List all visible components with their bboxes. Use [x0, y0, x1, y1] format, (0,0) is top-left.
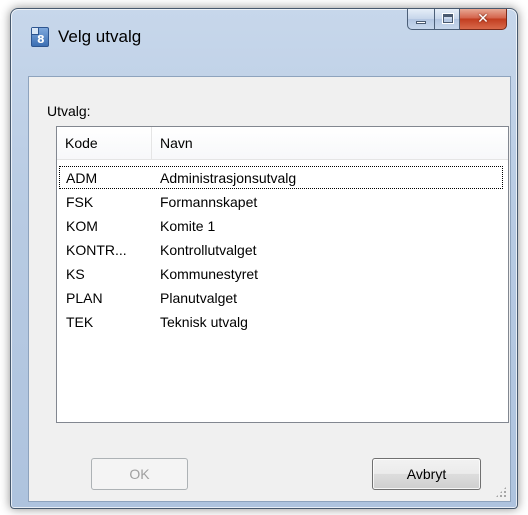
cell-kode: KS [66, 266, 85, 282]
dialog-client-area: Utvalg: Kode Navn ADM Administrasjonsutva… [28, 76, 511, 502]
utvalg-listview[interactable]: Kode Navn ADM Administrasjonsutvalg FSK For… [56, 126, 509, 423]
minimize-icon [416, 21, 426, 24]
cell-navn: Kontrollutvalget [160, 242, 257, 258]
column-header-kode[interactable]: Kode [57, 127, 152, 159]
list-item[interactable]: FSK Formannskapet [57, 190, 508, 214]
cell-kode: ADM [66, 170, 98, 186]
cell-navn: Administrasjonsutvalg [160, 170, 297, 186]
list-item[interactable]: PLAN Planutvalget [57, 286, 508, 310]
maximize-icon [442, 13, 454, 24]
cancel-button[interactable]: Avbryt [372, 458, 481, 490]
cell-kode: KOM [66, 218, 98, 234]
cell-kode: TEK [66, 314, 94, 330]
minimize-button[interactable] [407, 9, 434, 30]
utvalg-label: Utvalg: [47, 103, 91, 119]
close-button[interactable]: ✕ [460, 9, 507, 30]
window-title: Velg utvalg [58, 27, 142, 46]
cell-kode: KONTR... [66, 242, 127, 258]
cell-kode: PLAN [66, 290, 103, 306]
cell-navn: Kommunestyret [160, 266, 259, 282]
list-item[interactable]: TEK Teknisk utvalg [57, 310, 508, 334]
cell-navn: Komite 1 [160, 218, 216, 234]
cell-kode: FSK [66, 194, 94, 210]
list-item[interactable]: KOM Komite 1 [57, 214, 508, 238]
cell-navn: Teknisk utvalg [160, 314, 248, 330]
app-icon-glyph: 8 [37, 33, 45, 46]
maximize-button[interactable] [434, 9, 460, 30]
list-header: Kode Navn [57, 127, 508, 160]
dialog-window: 8 Velg utvalg ✕ Utvalg: Kode Navn ADM Adm… [10, 8, 518, 509]
app-document-icon[interactable]: 8 [31, 27, 49, 47]
ok-button[interactable]: OK [91, 458, 188, 490]
column-header-navn[interactable]: Navn [152, 127, 508, 159]
list-item[interactable]: ADM Administrasjonsutvalg [57, 166, 508, 190]
cell-navn: Planutvalget [160, 290, 238, 306]
window-controls: ✕ [407, 9, 507, 30]
list-item[interactable]: KONTR... Kontrollutvalget [57, 238, 508, 262]
list-item[interactable]: KS Kommunestyret [57, 262, 508, 286]
list-rows: ADM Administrasjonsutvalg FSK Formannskapet… [57, 166, 508, 334]
close-icon: ✕ [477, 11, 489, 27]
cell-navn: Formannskapet [160, 194, 258, 210]
resize-grip-icon[interactable] [495, 486, 507, 498]
